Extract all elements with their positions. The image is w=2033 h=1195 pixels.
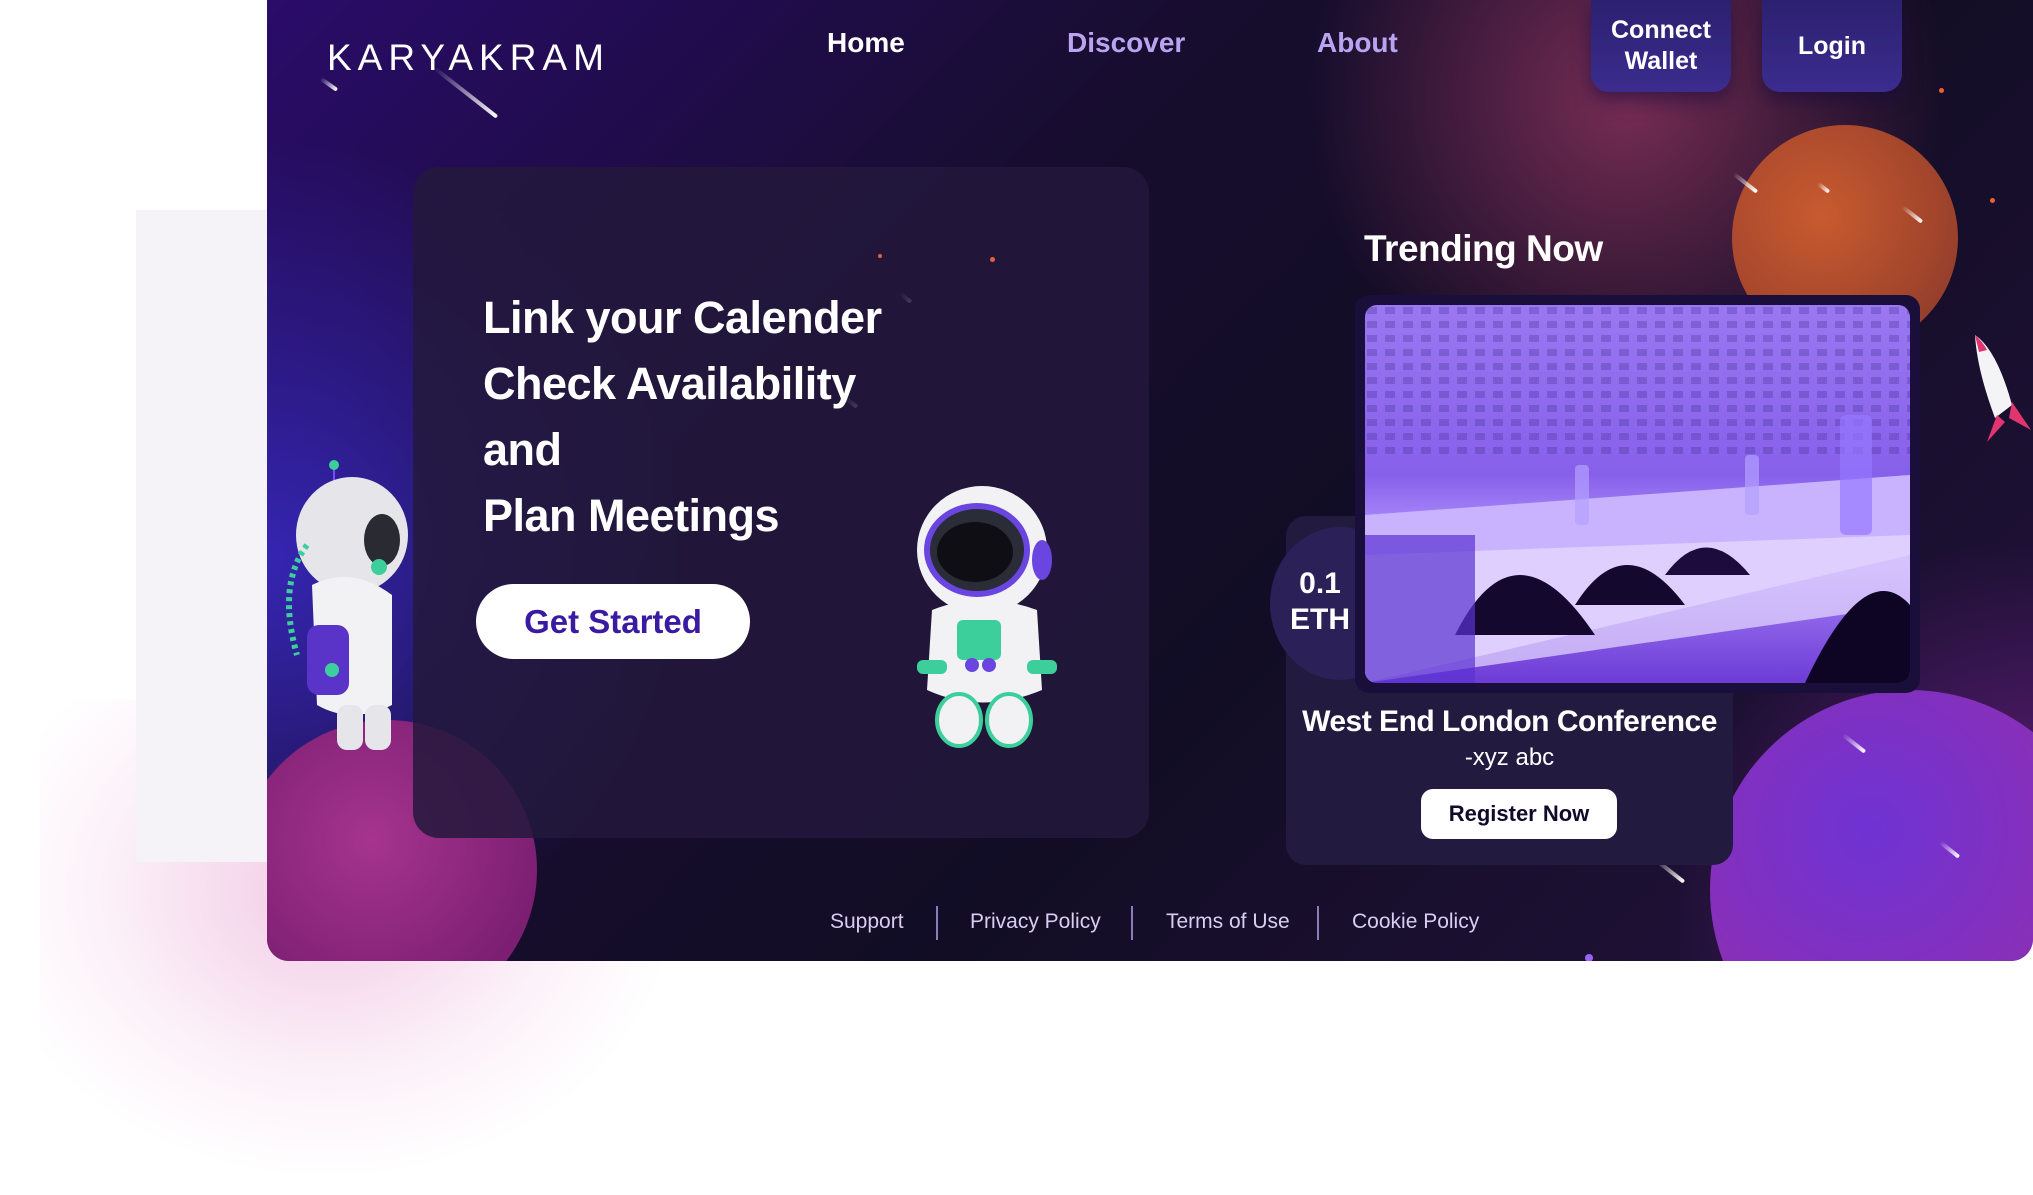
trending-now-heading: Trending Now — [1364, 228, 1603, 269]
footer-cookie-link[interactable]: Cookie Policy — [1352, 910, 1479, 934]
rocket-illustration — [1975, 335, 2031, 442]
star-dot-decoration — [990, 257, 995, 262]
floating-astronaut-illustration — [917, 486, 1057, 748]
hero-headline-line: and — [483, 424, 562, 475]
footer-support-link[interactable]: Support — [830, 910, 904, 934]
nav-home-link[interactable]: Home — [827, 27, 905, 59]
brand-logo[interactable]: KARYAKRAM — [327, 37, 610, 79]
star-dot-decoration — [1990, 198, 1995, 203]
hero-headline-line: Check Availability — [483, 358, 856, 409]
footer-terms-link[interactable]: Terms of Use — [1166, 910, 1290, 934]
footer-divider — [1131, 906, 1133, 940]
footer-privacy-link[interactable]: Privacy Policy — [970, 910, 1101, 934]
violet-planet-decoration — [1710, 690, 2033, 961]
register-now-button[interactable]: Register Now — [1421, 789, 1617, 839]
event-organizer: -xyz abc — [1464, 744, 1555, 771]
hero-headline-line: Plan Meetings — [483, 490, 780, 541]
shooting-star-decoration — [319, 76, 339, 92]
connect-wallet-button[interactable]: Connect Wallet — [1591, 0, 1731, 92]
event-title: West End London Conference — [1302, 705, 1717, 738]
login-button[interactable]: Login — [1762, 0, 1902, 92]
star-dot-decoration — [1939, 88, 1944, 93]
astronaut-with-antenna-illustration — [286, 460, 408, 750]
footer-divider — [936, 906, 938, 940]
get-started-button[interactable]: Get Started — [476, 584, 750, 659]
footer-divider — [1317, 906, 1319, 940]
star-dot-decoration — [878, 254, 882, 258]
nav-about-link[interactable]: About — [1317, 27, 1398, 59]
event-image-frame[interactable] — [1355, 295, 1920, 693]
conference-room-photo — [1365, 305, 1910, 683]
nav-discover-link[interactable]: Discover — [1067, 27, 1185, 59]
app-window: KARYAKRAM Home Discover About Connect Wa… — [267, 0, 2033, 961]
hero-headline-line: Link your Calender — [483, 292, 882, 343]
star-dot-decoration — [1585, 954, 1593, 961]
